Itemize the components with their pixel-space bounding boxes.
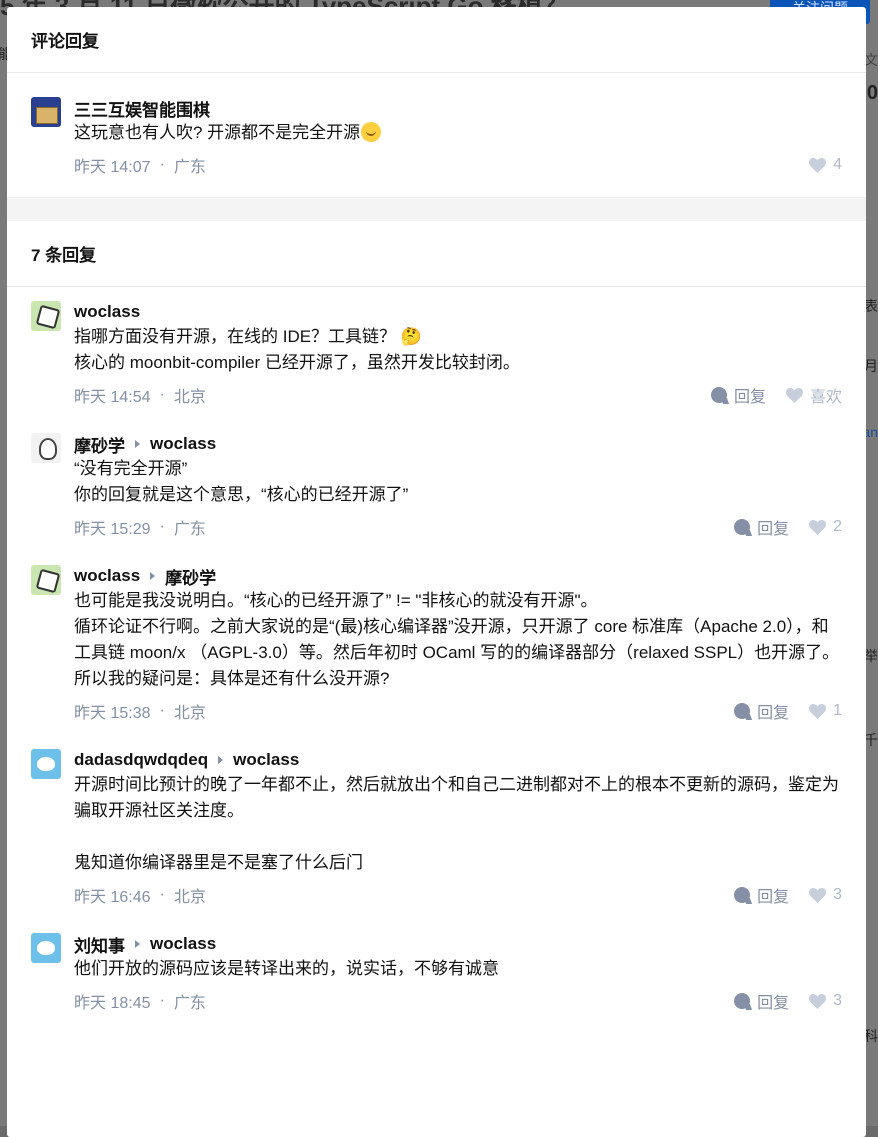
avatar[interactable]	[31, 97, 61, 127]
comment-bubble-icon	[734, 703, 750, 719]
reply-time: 昨天 18:45	[74, 989, 151, 1013]
like-count: 1	[833, 702, 842, 720]
reply-location: 北京	[174, 383, 206, 407]
root-comment: 三三互娱智能围棋 这玩意也有人吹? 开源都不是完全开源 昨天 14:07 · 广…	[7, 73, 866, 177]
like-button[interactable]: 2	[809, 518, 842, 536]
like-button[interactable]: 1	[809, 702, 842, 720]
background-sliver: 文	[864, 50, 878, 70]
heart-icon	[809, 520, 826, 535]
reply-location: 广东	[174, 515, 206, 539]
heart-icon	[809, 888, 826, 903]
reply-to-arrow-icon	[135, 440, 140, 448]
meta-separator: ·	[160, 886, 165, 904]
smile-emoji-icon	[361, 122, 381, 142]
comment-location: 广东	[174, 153, 206, 177]
reply-to-arrow-icon	[218, 756, 223, 764]
reply-text: 开源时间比预计的晚了一年都不止，然后就放出个和自己二进制都对不上的根本不更新的源…	[74, 772, 842, 876]
reply-text: 也可能是我没说明白。“核心的已经开源了” != "非核心的就没有开源"。 循环论…	[74, 588, 842, 692]
heart-icon	[809, 158, 826, 173]
reply-author[interactable]: 刘知事	[74, 932, 125, 957]
meta-separator: ·	[160, 992, 165, 1010]
reply-to-author[interactable]: woclass	[150, 934, 216, 954]
reply-button[interactable]: 回复	[711, 383, 766, 407]
reply-item: woclass 指哪方面没有开源，在线的 IDE？工具链？ 🤔 核心的 moon…	[7, 287, 866, 419]
like-count: 2	[833, 518, 842, 536]
comment-bubble-icon	[734, 519, 750, 535]
reply-item: woclass 摩砂学 也可能是我没说明白。“核心的已经开源了” != "非核心…	[7, 551, 866, 735]
background-sliver: 表	[864, 296, 878, 316]
reply-to-author[interactable]: 摩砂学	[165, 564, 216, 589]
comment-time: 昨天 14:07	[74, 153, 151, 177]
avatar[interactable]	[31, 565, 61, 595]
reply-button[interactable]: 回复	[734, 699, 789, 723]
reply-item: dadasdqwdqdeq woclass 开源时间比预计的晚了一年都不止，然后…	[7, 735, 866, 919]
reply-to-arrow-icon	[135, 940, 140, 948]
avatar[interactable]	[31, 933, 61, 963]
heart-icon	[786, 388, 803, 403]
meta-separator: ·	[160, 386, 165, 404]
reply-button-label: 回复	[757, 699, 789, 723]
reply-time: 昨天 14:54	[74, 383, 151, 407]
reply-item: 刘知事 woclass 他们开放的源码应该是转译出来的，说实话，不够有诚意 昨天…	[7, 919, 866, 1025]
like-button[interactable]: 3	[809, 992, 842, 1010]
reply-button[interactable]: 回复	[734, 515, 789, 539]
reply-location: 北京	[174, 699, 206, 723]
background-sliver: 举	[864, 646, 878, 666]
section-divider	[7, 197, 866, 221]
background-sliver: 科	[864, 1026, 878, 1046]
reply-button-label: 回复	[734, 383, 766, 407]
reply-author[interactable]: woclass	[74, 302, 140, 322]
like-count: 喜欢	[810, 383, 842, 407]
background-sliver: 0	[867, 82, 878, 105]
like-button[interactable]: 3	[809, 886, 842, 904]
reply-button-label: 回复	[757, 989, 789, 1013]
reply-item: 摩砂学 woclass “没有完全开源” 你的回复就是这个意思，“核心的已经开源…	[7, 419, 866, 551]
comment-author[interactable]: 三三互娱智能围棋	[74, 96, 210, 121]
reply-author[interactable]: 摩砂学	[74, 432, 125, 457]
reply-author[interactable]: woclass	[74, 566, 140, 586]
heart-icon	[809, 994, 826, 1009]
like-button[interactable]: 4	[809, 156, 842, 174]
like-count: 4	[833, 156, 842, 174]
comment-bubble-icon	[734, 887, 750, 903]
reply-list: woclass 指哪方面没有开源，在线的 IDE？工具链？ 🤔 核心的 moon…	[7, 287, 866, 1025]
avatar[interactable]	[31, 749, 61, 779]
reply-button[interactable]: 回复	[734, 883, 789, 907]
meta-separator: ·	[160, 702, 165, 720]
reply-time: 昨天 15:29	[74, 515, 151, 539]
heart-icon	[809, 704, 826, 719]
like-count: 3	[833, 886, 842, 904]
modal-title: 评论回复	[7, 7, 866, 73]
reply-to-author[interactable]: woclass	[233, 750, 299, 770]
comment-text: 这玩意也有人吹? 开源都不是完全开源	[74, 123, 360, 142]
reply-location: 北京	[174, 883, 206, 907]
comment-bubble-icon	[734, 993, 750, 1009]
avatar[interactable]	[31, 301, 61, 331]
meta-separator: ·	[160, 518, 165, 536]
reply-text: “没有完全开源” 你的回复就是这个意思，“核心的已经开源了”	[74, 456, 842, 508]
reply-text: 指哪方面没有开源，在线的 IDE？工具链？ 🤔 核心的 moonbit-comp…	[74, 324, 842, 376]
background-sliver: 千	[864, 730, 878, 750]
like-count: 3	[833, 992, 842, 1010]
reply-button-label: 回复	[757, 515, 789, 539]
reply-button[interactable]: 回复	[734, 989, 789, 1013]
replies-count-title: 7 条回复	[7, 221, 866, 287]
meta-separator: ·	[160, 156, 165, 174]
reply-location: 广东	[174, 989, 206, 1013]
reply-time: 昨天 16:46	[74, 883, 151, 907]
reply-text: 他们开放的源码应该是转译出来的，说实话，不够有诚意	[74, 956, 842, 982]
reply-button-label: 回复	[757, 883, 789, 907]
reply-to-arrow-icon	[150, 572, 155, 580]
comment-replies-modal: 评论回复 三三互娱智能围棋 这玩意也有人吹? 开源都不是完全开源 昨天 14:0…	[7, 7, 866, 1137]
reply-to-author[interactable]: woclass	[150, 434, 216, 454]
reply-author[interactable]: dadasdqwdqdeq	[74, 750, 208, 770]
reply-time: 昨天 15:38	[74, 699, 151, 723]
like-button[interactable]: 喜欢	[786, 383, 842, 407]
comment-bubble-icon	[711, 387, 727, 403]
avatar[interactable]	[31, 433, 61, 463]
